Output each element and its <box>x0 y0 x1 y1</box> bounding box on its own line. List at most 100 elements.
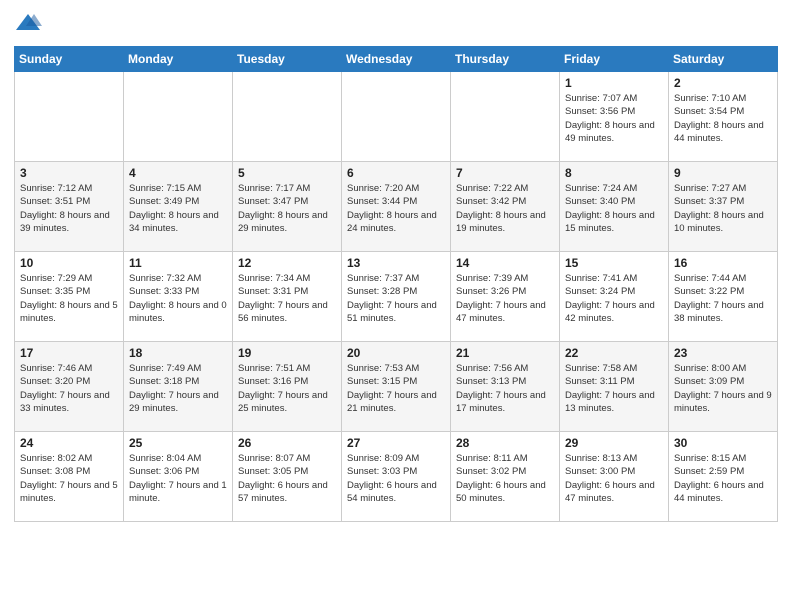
calendar-week-row: 10 Sunrise: 7:29 AM Sunset: 3:35 PM Dayli… <box>15 252 778 342</box>
day-info: Sunrise: 7:58 AM Sunset: 3:11 PM Dayligh… <box>565 362 663 415</box>
day-number: 1 <box>565 76 663 90</box>
day-info: Sunrise: 8:02 AM Sunset: 3:08 PM Dayligh… <box>20 452 118 505</box>
calendar-day-header: Wednesday <box>342 47 451 72</box>
calendar-cell: 21 Sunrise: 7:56 AM Sunset: 3:13 PM Dayli… <box>451 342 560 432</box>
calendar-cell: 29 Sunrise: 8:13 AM Sunset: 3:00 PM Dayli… <box>560 432 669 522</box>
day-info: Sunrise: 7:29 AM Sunset: 3:35 PM Dayligh… <box>20 272 118 325</box>
day-number: 26 <box>238 436 336 450</box>
calendar-cell: 16 Sunrise: 7:44 AM Sunset: 3:22 PM Dayli… <box>669 252 778 342</box>
day-info: Sunrise: 8:07 AM Sunset: 3:05 PM Dayligh… <box>238 452 336 505</box>
day-number: 29 <box>565 436 663 450</box>
day-info: Sunrise: 7:32 AM Sunset: 3:33 PM Dayligh… <box>129 272 227 325</box>
calendar-week-row: 3 Sunrise: 7:12 AM Sunset: 3:51 PM Daylig… <box>15 162 778 252</box>
calendar-day-header: Saturday <box>669 47 778 72</box>
day-number: 4 <box>129 166 227 180</box>
calendar-cell: 18Sunrise: 7:49 AM Sunset: 3:18 PM Dayli… <box>124 342 233 432</box>
day-info: Sunrise: 7:46 AM Sunset: 3:20 PM Dayligh… <box>20 362 118 415</box>
day-number: 2 <box>674 76 772 90</box>
day-number: 5 <box>238 166 336 180</box>
day-number: 8 <box>565 166 663 180</box>
calendar-week-row: 24 Sunrise: 8:02 AM Sunset: 3:08 PM Dayli… <box>15 432 778 522</box>
day-info: Sunrise: 7:15 AM Sunset: 3:49 PM Dayligh… <box>129 182 227 235</box>
day-info: Sunrise: 7:49 AM Sunset: 3:18 PM Dayligh… <box>129 362 227 415</box>
calendar-cell: 5 Sunrise: 7:17 AM Sunset: 3:47 PM Daylig… <box>233 162 342 252</box>
day-info: Sunrise: 7:51 AM Sunset: 3:16 PM Dayligh… <box>238 362 336 415</box>
day-info: Sunrise: 7:44 AM Sunset: 3:22 PM Dayligh… <box>674 272 772 325</box>
day-number: 28 <box>456 436 554 450</box>
calendar-cell: 27 Sunrise: 8:09 AM Sunset: 3:03 PM Dayli… <box>342 432 451 522</box>
calendar-cell: 24 Sunrise: 8:02 AM Sunset: 3:08 PM Dayli… <box>15 432 124 522</box>
day-number: 21 <box>456 346 554 360</box>
logo <box>14 10 44 38</box>
day-info: Sunrise: 8:04 AM Sunset: 3:06 PM Dayligh… <box>129 452 227 505</box>
day-number: 14 <box>456 256 554 270</box>
day-info: Sunrise: 7:41 AM Sunset: 3:24 PM Dayligh… <box>565 272 663 325</box>
calendar-cell <box>451 72 560 162</box>
calendar-cell: 2 Sunrise: 7:10 AM Sunset: 3:54 PM Daylig… <box>669 72 778 162</box>
calendar-cell: 17 Sunrise: 7:46 AM Sunset: 3:20 PM Dayli… <box>15 342 124 432</box>
day-number: 27 <box>347 436 445 450</box>
day-info: Sunrise: 7:53 AM Sunset: 3:15 PM Dayligh… <box>347 362 445 415</box>
day-number: 20 <box>347 346 445 360</box>
header <box>14 10 778 38</box>
day-info: Sunrise: 7:34 AM Sunset: 3:31 PM Dayligh… <box>238 272 336 325</box>
calendar-cell: 30 Sunrise: 8:15 AM Sunset: 2:59 PM Dayli… <box>669 432 778 522</box>
day-number: 24 <box>20 436 118 450</box>
calendar-cell: 13Sunrise: 7:37 AM Sunset: 3:28 PM Dayli… <box>342 252 451 342</box>
day-number: 17 <box>20 346 118 360</box>
calendar-day-header: Tuesday <box>233 47 342 72</box>
day-info: Sunrise: 8:09 AM Sunset: 3:03 PM Dayligh… <box>347 452 445 505</box>
day-number: 3 <box>20 166 118 180</box>
calendar-cell: 6Sunrise: 7:20 AM Sunset: 3:44 PM Daylig… <box>342 162 451 252</box>
calendar-cell: 10 Sunrise: 7:29 AM Sunset: 3:35 PM Dayli… <box>15 252 124 342</box>
calendar-cell: 12 Sunrise: 7:34 AM Sunset: 3:31 PM Dayli… <box>233 252 342 342</box>
calendar-cell: 22 Sunrise: 7:58 AM Sunset: 3:11 PM Dayli… <box>560 342 669 432</box>
day-number: 13 <box>347 256 445 270</box>
calendar-cell: 28 Sunrise: 8:11 AM Sunset: 3:02 PM Dayli… <box>451 432 560 522</box>
day-number: 9 <box>674 166 772 180</box>
calendar-cell <box>124 72 233 162</box>
day-info: Sunrise: 7:12 AM Sunset: 3:51 PM Dayligh… <box>20 182 118 235</box>
calendar-day-header: Sunday <box>15 47 124 72</box>
calendar-cell: 1 Sunrise: 7:07 AM Sunset: 3:56 PM Daylig… <box>560 72 669 162</box>
day-info: Sunrise: 7:56 AM Sunset: 3:13 PM Dayligh… <box>456 362 554 415</box>
calendar-cell: 8 Sunrise: 7:24 AM Sunset: 3:40 PM Daylig… <box>560 162 669 252</box>
day-info: Sunrise: 7:07 AM Sunset: 3:56 PM Dayligh… <box>565 92 663 145</box>
day-number: 16 <box>674 256 772 270</box>
day-number: 19 <box>238 346 336 360</box>
day-info: Sunrise: 7:22 AM Sunset: 3:42 PM Dayligh… <box>456 182 554 235</box>
day-info: Sunrise: 8:13 AM Sunset: 3:00 PM Dayligh… <box>565 452 663 505</box>
day-info: Sunrise: 8:15 AM Sunset: 2:59 PM Dayligh… <box>674 452 772 505</box>
page: SundayMondayTuesdayWednesdayThursdayFrid… <box>0 0 792 612</box>
calendar-cell: 25 Sunrise: 8:04 AM Sunset: 3:06 PM Dayli… <box>124 432 233 522</box>
calendar-cell: 11Sunrise: 7:32 AM Sunset: 3:33 PM Dayli… <box>124 252 233 342</box>
day-info: Sunrise: 7:10 AM Sunset: 3:54 PM Dayligh… <box>674 92 772 145</box>
day-number: 25 <box>129 436 227 450</box>
calendar-cell <box>342 72 451 162</box>
day-info: Sunrise: 8:00 AM Sunset: 3:09 PM Dayligh… <box>674 362 772 415</box>
day-number: 10 <box>20 256 118 270</box>
calendar-cell: 14 Sunrise: 7:39 AM Sunset: 3:26 PM Dayli… <box>451 252 560 342</box>
day-info: Sunrise: 7:39 AM Sunset: 3:26 PM Dayligh… <box>456 272 554 325</box>
day-number: 30 <box>674 436 772 450</box>
day-number: 12 <box>238 256 336 270</box>
calendar-cell: 19 Sunrise: 7:51 AM Sunset: 3:16 PM Dayli… <box>233 342 342 432</box>
calendar-week-row: 17 Sunrise: 7:46 AM Sunset: 3:20 PM Dayli… <box>15 342 778 432</box>
calendar-day-header: Monday <box>124 47 233 72</box>
calendar-cell: 15 Sunrise: 7:41 AM Sunset: 3:24 PM Dayli… <box>560 252 669 342</box>
day-info: Sunrise: 8:11 AM Sunset: 3:02 PM Dayligh… <box>456 452 554 505</box>
calendar-cell: 20 Sunrise: 7:53 AM Sunset: 3:15 PM Dayli… <box>342 342 451 432</box>
calendar-header-row: SundayMondayTuesdayWednesdayThursdayFrid… <box>15 47 778 72</box>
day-number: 22 <box>565 346 663 360</box>
calendar-cell: 3 Sunrise: 7:12 AM Sunset: 3:51 PM Daylig… <box>15 162 124 252</box>
day-number: 7 <box>456 166 554 180</box>
calendar-cell: 4 Sunrise: 7:15 AM Sunset: 3:49 PM Daylig… <box>124 162 233 252</box>
calendar-cell: 7 Sunrise: 7:22 AM Sunset: 3:42 PM Daylig… <box>451 162 560 252</box>
calendar-week-row: 1 Sunrise: 7:07 AM Sunset: 3:56 PM Daylig… <box>15 72 778 162</box>
day-number: 6 <box>347 166 445 180</box>
day-number: 15 <box>565 256 663 270</box>
calendar: SundayMondayTuesdayWednesdayThursdayFrid… <box>14 46 778 522</box>
day-info: Sunrise: 7:17 AM Sunset: 3:47 PM Dayligh… <box>238 182 336 235</box>
calendar-day-header: Friday <box>560 47 669 72</box>
day-info: Sunrise: 7:24 AM Sunset: 3:40 PM Dayligh… <box>565 182 663 235</box>
